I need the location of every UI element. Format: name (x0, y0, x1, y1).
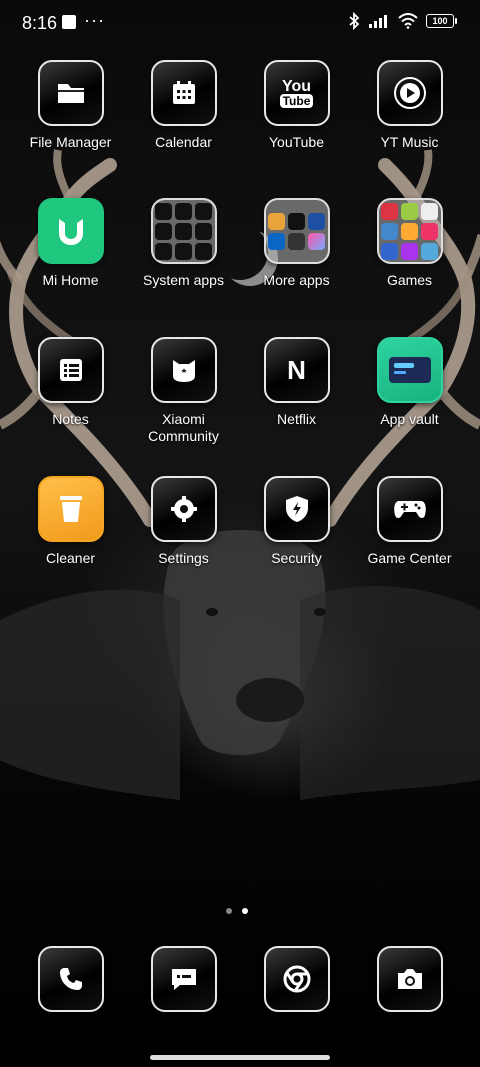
app-label: Calendar (155, 134, 212, 150)
xiaomi-community-icon (150, 337, 217, 403)
app-file-manager[interactable]: File Manager (14, 60, 127, 151)
app-label: Games (386, 272, 433, 288)
app-label: Settings (158, 550, 209, 566)
app-xiaomi-community[interactable]: Xiaomi Community (127, 337, 240, 445)
app-vault-icon (376, 337, 443, 403)
netflix-letter: N (287, 354, 306, 385)
app-label: File Manager (29, 134, 112, 150)
netflix-icon: N (263, 337, 330, 403)
trash-icon (37, 476, 104, 542)
chrome-icon (263, 946, 330, 1012)
camera-icon (376, 946, 443, 1012)
youtube-logo-tube: Tube (279, 93, 314, 108)
app-label: YT Music (380, 134, 439, 150)
app-label: Netflix (277, 411, 316, 427)
app-label: YouTube (268, 134, 324, 150)
more-notifications-icon: ··· (84, 10, 105, 30)
signal-icon (369, 15, 387, 28)
app-cleaner[interactable]: Cleaner (14, 476, 127, 567)
folder-more-apps-icon (263, 198, 330, 264)
app-label: App vault (380, 411, 439, 427)
notification-square-icon (62, 15, 76, 29)
youtube-icon: You Tube (263, 60, 330, 126)
dock-chrome[interactable] (240, 946, 353, 1012)
app-label: More apps (263, 272, 330, 288)
notes-icon (37, 337, 104, 403)
app-label: Xiaomi Community (148, 411, 219, 444)
app-game-center[interactable]: Game Center (353, 476, 466, 567)
app-calendar[interactable]: Calendar (127, 60, 240, 151)
dock-phone[interactable] (14, 946, 127, 1012)
youtube-logo-you: You (281, 77, 312, 95)
app-app-vault[interactable]: App vault (353, 337, 466, 428)
app-settings[interactable]: Settings (127, 476, 240, 567)
folder-more-apps[interactable]: More apps (240, 198, 353, 289)
app-security[interactable]: Security (240, 476, 353, 567)
page-dot[interactable] (226, 908, 232, 914)
calendar-icon (150, 60, 217, 126)
message-icon (150, 946, 217, 1012)
play-circle-icon (376, 60, 443, 126)
app-netflix[interactable]: N Netflix (240, 337, 353, 428)
app-notes[interactable]: Notes (14, 337, 127, 428)
app-yt-music[interactable]: YT Music (353, 60, 466, 151)
dock-camera[interactable] (353, 946, 466, 1012)
gamepad-icon (376, 476, 443, 542)
folder-games-icon (376, 198, 443, 264)
app-label: Game Center (367, 550, 452, 566)
app-label: Notes (52, 411, 89, 427)
app-youtube[interactable]: You Tube YouTube (240, 60, 353, 151)
dock-messages[interactable] (127, 946, 240, 1012)
folder-icon (37, 60, 104, 126)
app-label: Security (271, 550, 322, 566)
battery-level: 100 (432, 16, 448, 26)
mi-home-icon (37, 198, 104, 264)
folder-games[interactable]: Games (353, 198, 466, 289)
folder-system-apps-icon (150, 198, 217, 264)
app-label: System apps (143, 272, 224, 288)
home-indicator[interactable] (150, 1055, 330, 1060)
bluetooth-icon (349, 12, 360, 30)
status-time: 8:16 (22, 13, 58, 33)
phone-icon (37, 946, 104, 1012)
app-mi-home[interactable]: Mi Home (14, 198, 127, 289)
app-label: Mi Home (42, 272, 99, 288)
wifi-icon (398, 13, 418, 29)
app-label: Cleaner (45, 550, 96, 566)
gear-icon (150, 476, 217, 542)
folder-system-apps[interactable]: System apps (127, 198, 240, 289)
battery-icon: 100 (426, 14, 457, 28)
page-indicator (226, 908, 248, 914)
page-dot-active[interactable] (242, 908, 248, 914)
shield-icon (263, 476, 330, 542)
status-bar: 8:16 ··· 100 (0, 0, 480, 48)
